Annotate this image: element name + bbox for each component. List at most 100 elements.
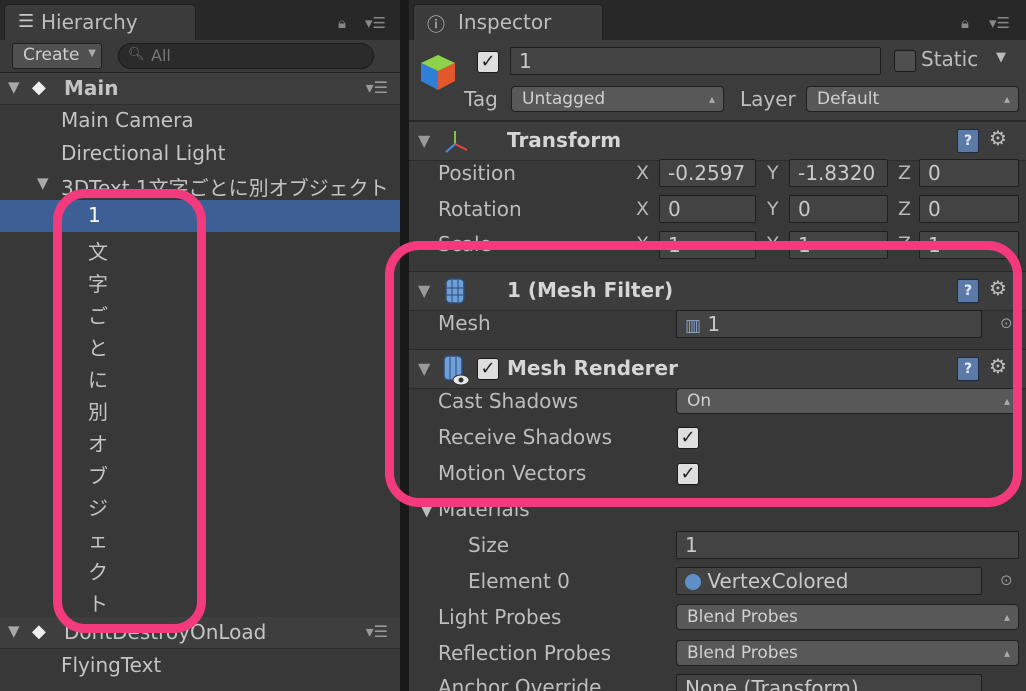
scene-label: DontDestroyOnLoad bbox=[64, 620, 267, 644]
rotation-y-input[interactable]: 0 bbox=[789, 195, 888, 223]
position-x-input[interactable]: -0.2597 bbox=[659, 159, 756, 187]
expand-arrow-icon[interactable]: ▼ bbox=[8, 78, 20, 96]
axis-z-label: Z bbox=[898, 162, 912, 184]
lock-icon[interactable]: 🔒︎ bbox=[338, 14, 346, 32]
rotation-z-input[interactable]: 0 bbox=[919, 195, 1019, 223]
element0-value: VertexColored bbox=[707, 569, 849, 593]
tab-hierarchy[interactable]: ☰ Hierarchy bbox=[4, 4, 196, 40]
layer-dropdown[interactable]: Default ▴ bbox=[806, 86, 1019, 112]
mesh-filter-icon bbox=[445, 278, 465, 304]
expand-arrow-icon[interactable]: ▼ bbox=[37, 174, 49, 192]
hierarchy-item[interactable]: Main Camera bbox=[0, 105, 400, 137]
mesh-label: Mesh bbox=[438, 311, 491, 335]
hierarchy-panel: ☰ Hierarchy 🔒︎ ▾☰ Create ▼ 🔍︎ All ▼ ◆ Ma… bbox=[0, 0, 400, 691]
size-label: Size bbox=[468, 533, 510, 557]
hierarchy-item[interactable]: に bbox=[0, 361, 400, 393]
scale-x-input[interactable]: 1 bbox=[659, 231, 756, 259]
active-checkbox[interactable]: ✓ bbox=[477, 51, 499, 73]
hierarchy-item[interactable]: ブ bbox=[0, 457, 400, 489]
scale-label: Scale bbox=[438, 232, 492, 256]
search-icon: 🔍︎ bbox=[128, 47, 145, 62]
mesh-renderer-enabled-checkbox[interactable]: ✓ bbox=[477, 358, 499, 380]
hierarchy-item-label: ブ bbox=[88, 464, 108, 488]
scene-menu-icon[interactable]: ▾☰ bbox=[366, 78, 388, 97]
hierarchy-item[interactable]: オ bbox=[0, 425, 400, 457]
static-dropdown-icon[interactable]: ▼ bbox=[996, 50, 1006, 65]
mesh-filter-header[interactable]: ▼ 1 (Mesh Filter) ? ⚙ bbox=[409, 271, 1026, 311]
hierarchy-item[interactable]: ▼ 3DText 1文字ごとに別オブジェクト bbox=[0, 169, 400, 201]
materials-size-input[interactable]: 1 bbox=[676, 531, 1019, 559]
motion-vectors-checkbox[interactable]: ✓ bbox=[677, 463, 699, 485]
panel-menu-icon[interactable]: ▾☰ bbox=[365, 14, 386, 32]
object-name-input[interactable]: 1 bbox=[510, 47, 881, 75]
updown-icon: ▴ bbox=[1003, 646, 1010, 660]
hierarchy-item[interactable]: と bbox=[0, 329, 400, 361]
static-checkbox[interactable]: ✓ bbox=[894, 50, 916, 72]
panel-divider[interactable] bbox=[400, 0, 409, 691]
cast-shadows-dropdown[interactable]: On ▴ bbox=[676, 388, 1019, 414]
reflection-probes-dropdown[interactable]: Blend Probes ▴ bbox=[676, 640, 1019, 666]
axis-z-label: Z bbox=[898, 198, 912, 220]
hierarchy-item[interactable]: Directional Light bbox=[0, 138, 400, 170]
help-book-icon[interactable]: ? bbox=[957, 357, 979, 381]
hierarchy-item-label: 1 bbox=[88, 203, 101, 227]
updown-icon: ▴ bbox=[1003, 92, 1010, 106]
material-sphere-icon bbox=[685, 574, 701, 590]
position-z-input[interactable]: 0 bbox=[919, 159, 1019, 187]
anchor-override-field[interactable]: None (Transform) bbox=[676, 674, 982, 691]
create-button[interactable]: Create ▼ bbox=[12, 43, 102, 69]
rotation-x-input[interactable]: 0 bbox=[659, 195, 756, 223]
hierarchy-item-selected[interactable]: 1 bbox=[0, 200, 400, 232]
layer-value: Default bbox=[817, 89, 880, 109]
hierarchy-item[interactable]: ェ bbox=[0, 521, 400, 553]
gear-icon[interactable]: ⚙ bbox=[989, 276, 1007, 300]
mesh-object-field[interactable]: ▥ 1 bbox=[676, 310, 982, 338]
scale-z-input[interactable]: 1 bbox=[919, 231, 1019, 259]
position-y-input[interactable]: -1.8320 bbox=[789, 159, 888, 187]
tag-dropdown[interactable]: Untagged ▴ bbox=[511, 86, 724, 112]
scene-row-main[interactable]: ▼ ◆ Main ▾☰ bbox=[0, 73, 400, 105]
expand-arrow-icon[interactable]: ▼ bbox=[8, 622, 20, 640]
gear-icon[interactable]: ⚙ bbox=[989, 354, 1007, 378]
object-picker-icon[interactable]: ⊙ bbox=[1000, 314, 1013, 332]
help-book-icon[interactable]: ? bbox=[957, 129, 979, 153]
help-book-icon[interactable]: ? bbox=[957, 279, 979, 303]
collapse-arrow-icon[interactable]: ▼ bbox=[418, 359, 430, 378]
position-label: Position bbox=[438, 161, 516, 185]
tab-inspector[interactable]: ⓘ Inspector bbox=[413, 4, 603, 40]
collapse-arrow-icon[interactable]: ▼ bbox=[418, 281, 430, 300]
hierarchy-item[interactable]: 別 bbox=[0, 393, 400, 425]
materials-arrow-icon[interactable]: ▼ bbox=[419, 496, 434, 520]
transform-title: Transform bbox=[507, 128, 622, 152]
hierarchy-item[interactable]: ご bbox=[0, 297, 400, 329]
gear-icon[interactable]: ⚙ bbox=[989, 126, 1007, 150]
updown-icon: ▴ bbox=[1003, 394, 1010, 408]
hierarchy-item[interactable]: 文 bbox=[0, 233, 400, 265]
hierarchy-item[interactable]: FlyingText bbox=[0, 650, 400, 682]
object-picker-icon[interactable]: ⊙ bbox=[1000, 571, 1013, 589]
hierarchy-item[interactable]: ト bbox=[0, 585, 400, 617]
hierarchy-item-label: 文 bbox=[88, 240, 108, 264]
lock-icon[interactable]: 🔒︎ bbox=[961, 14, 969, 32]
transform-header[interactable]: ▼ Transform ? ⚙ bbox=[409, 121, 1026, 161]
collapse-arrow-icon[interactable]: ▼ bbox=[418, 131, 430, 150]
light-probes-dropdown[interactable]: Blend Probes ▴ bbox=[676, 604, 1019, 630]
mesh-renderer-header[interactable]: ▼ ✓ Mesh Renderer ? ⚙ bbox=[409, 349, 1026, 389]
scene-row-dontdestroyonload[interactable]: ▼ ◆ DontDestroyOnLoad ▾☰ bbox=[0, 617, 400, 649]
cast-shadows-value: On bbox=[687, 391, 712, 411]
scene-menu-icon[interactable]: ▾☰ bbox=[366, 622, 388, 641]
scale-y-input[interactable]: 1 bbox=[789, 231, 888, 259]
receive-shadows-checkbox[interactable]: ✓ bbox=[677, 427, 699, 449]
hierarchy-item[interactable]: ジ bbox=[0, 489, 400, 521]
panel-menu-icon[interactable]: ▾☰ bbox=[989, 14, 1010, 32]
hierarchy-item[interactable]: 字 bbox=[0, 265, 400, 297]
hierarchy-search-input[interactable]: 🔍︎ All bbox=[118, 43, 374, 69]
updown-icon: ▴ bbox=[708, 92, 715, 106]
element0-object-field[interactable]: VertexColored bbox=[676, 567, 982, 595]
hierarchy-item[interactable]: ク bbox=[0, 553, 400, 585]
axis-x-label: X bbox=[636, 198, 650, 220]
axis-y-label: Y bbox=[767, 198, 779, 220]
mesh-filter-title: 1 (Mesh Filter) bbox=[507, 278, 674, 302]
tag-label: Tag bbox=[464, 87, 498, 111]
motion-vectors-label: Motion Vectors bbox=[438, 461, 587, 485]
